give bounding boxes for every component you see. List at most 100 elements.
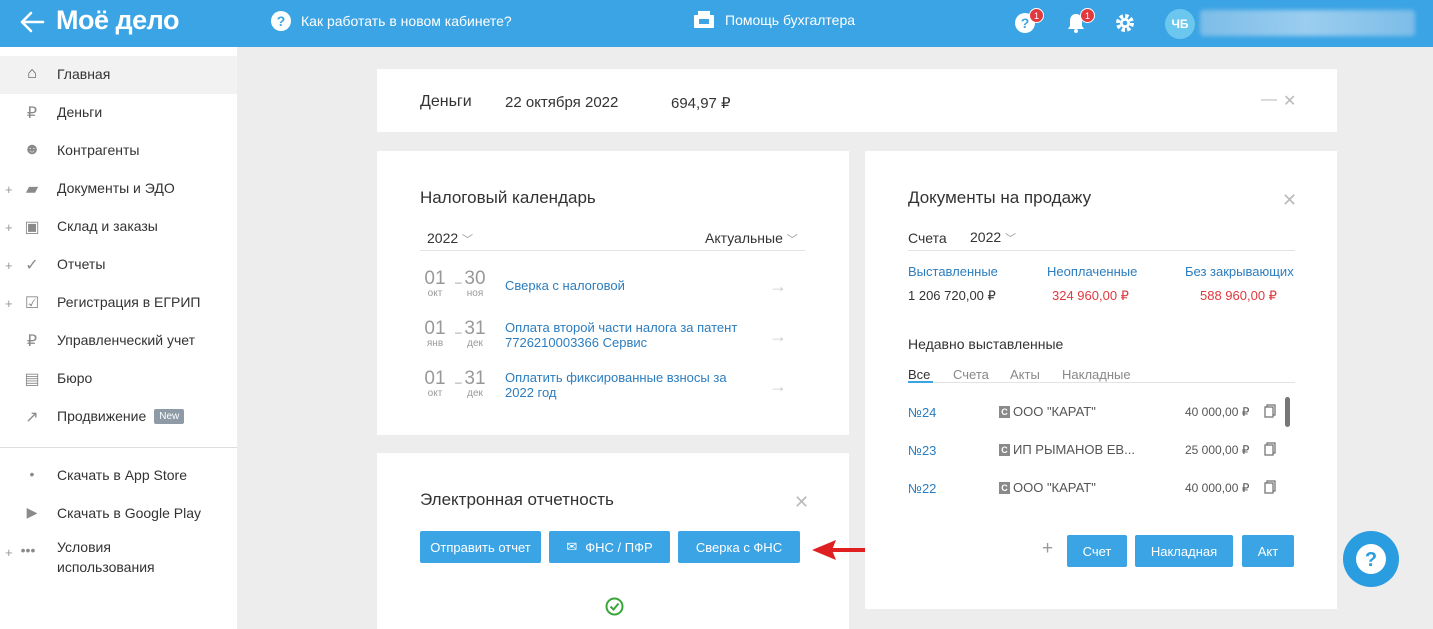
sverka-fns-button[interactable]: Сверка с ФНС: [678, 531, 800, 563]
expand-icon[interactable]: +: [5, 182, 13, 197]
tax-event-row[interactable]: 01 янв –31 дек Оплата второй части налога за…: [377, 319, 849, 359]
help-button[interactable]: ? 1: [1014, 8, 1044, 34]
month: дек: [467, 338, 483, 349]
tax-calendar-title: Налоговый календарь: [420, 188, 596, 207]
sidebar-item[interactable]: ▤ Бюро: [0, 360, 237, 398]
notifications-button[interactable]: 1: [1065, 8, 1095, 34]
stat-label[interactable]: Выставленные: [908, 264, 998, 279]
tax-event-link[interactable]: Оплатить фиксированные взносы за 2022 го…: [505, 370, 750, 400]
sidebar-extra-label: Условия использования: [57, 537, 155, 577]
sidebar-extra-item[interactable]: + ••• Условия использования: [0, 533, 237, 583]
scrollbar[interactable]: [1285, 397, 1290, 427]
svg-text:?: ?: [1365, 549, 1377, 571]
doc-row[interactable]: №22 C ООО "КАРАТ" 40 000,00 ₽: [865, 480, 1337, 501]
active-tab-underline: [908, 381, 933, 383]
company-icon: C: [999, 482, 1010, 494]
avatar[interactable]: ЧБ: [1165, 9, 1195, 39]
add-icon[interactable]: +: [1042, 538, 1053, 560]
doc-row[interactable]: №23 C ИП РЫМАНОВ ЕВ... 25 000,00 ₽: [865, 442, 1337, 463]
cart-icon: ▣: [24, 219, 40, 236]
svg-text:?: ?: [1021, 15, 1030, 31]
doc-number-link[interactable]: №23: [908, 443, 936, 458]
stat-label[interactable]: Неоплаченные: [1047, 264, 1137, 279]
app-logo[interactable]: Моё дело: [56, 5, 179, 36]
doc-tab[interactable]: Акты: [1010, 367, 1040, 382]
doc-sum: 40 000,00 ₽: [1185, 481, 1250, 495]
day: 01: [424, 268, 446, 289]
play-icon: ▶: [26, 504, 38, 520]
tax-event-link[interactable]: Сверка с налоговой: [505, 278, 750, 293]
sidebar-item[interactable]: + ☑ Регистрация в ЕГРИП: [0, 284, 237, 322]
arrow-right-icon[interactable]: →: [769, 326, 787, 347]
copy-icon[interactable]: [1264, 480, 1276, 494]
user-name-blurred[interactable]: [1200, 10, 1415, 36]
doc-tab[interactable]: Счета: [953, 367, 989, 382]
date-from: 01 окт: [420, 269, 450, 300]
sidebar-extra-label: Скачать в Google Play: [57, 505, 201, 521]
sidebar-extra-item[interactable]: ▶ Скачать в Google Play: [0, 495, 237, 533]
tax-event-link[interactable]: Оплата второй части налога за патент 772…: [505, 320, 750, 350]
month: ноя: [466, 288, 484, 299]
doc-tab[interactable]: Все: [908, 367, 930, 382]
fns-pfr-button[interactable]: ✉ ФНС / ПФР: [549, 531, 670, 563]
close-icon[interactable]: ✕: [794, 492, 809, 513]
close-icon[interactable]: ✕: [1282, 190, 1297, 211]
doc-tab[interactable]: Накладные: [1062, 367, 1131, 382]
sidebar-item-label: Продвижение New: [57, 408, 185, 424]
sidebar-item-label: Контрагенты: [57, 142, 140, 158]
day: 31: [464, 368, 486, 389]
settings-button[interactable]: [1114, 12, 1136, 34]
doc-number-link[interactable]: №24: [908, 405, 936, 420]
sidebar-item[interactable]: ⌂ Главная: [0, 56, 237, 94]
fns-pfr-label: ФНС / ПФР: [585, 539, 653, 555]
sidebar-item-label: Отчеты: [57, 256, 106, 272]
expand-icon[interactable]: +: [5, 258, 13, 273]
sales-year-select[interactable]: 2022 ﹀: [970, 229, 1016, 246]
sidebar-extra-item[interactable]: • Скачать в App Store: [0, 457, 237, 495]
copy-icon[interactable]: [1264, 404, 1276, 418]
sidebar-item[interactable]: + ✓ Отчеты: [0, 246, 237, 284]
gear-icon: [1116, 14, 1134, 32]
day: 30: [464, 268, 486, 289]
company-icon: C: [999, 406, 1010, 418]
apple-icon: •: [29, 466, 35, 482]
act-button[interactable]: Акт: [1242, 535, 1294, 567]
close-icon[interactable]: ✕: [1283, 91, 1296, 111]
filter-select[interactable]: Актуальные ﹀: [705, 230, 798, 247]
year-select[interactable]: 2022 ﹀: [427, 230, 473, 247]
folder-icon: ▰: [25, 181, 39, 198]
sidebar-item[interactable]: ☻ Контрагенты: [0, 132, 237, 170]
sidebar-item[interactable]: ₽ Управленческий учет: [0, 322, 237, 360]
doc-number-link[interactable]: №22: [908, 481, 936, 496]
expand-icon[interactable]: +: [5, 220, 13, 235]
help-chat-button[interactable]: ?: [1343, 531, 1399, 587]
accountant-help-link[interactable]: Помощь бухгалтера: [693, 10, 855, 30]
doc-sum: 40 000,00 ₽: [1185, 405, 1250, 419]
tax-event-row[interactable]: 01 окт –30 ноя Сверка с налоговой →: [377, 269, 849, 309]
sidebar-item[interactable]: + ▣ Склад и заказы: [0, 208, 237, 246]
e-reports-title: Электронная отчетность: [420, 490, 614, 509]
invoice-button[interactable]: Счет: [1067, 535, 1127, 567]
arrow-right-icon[interactable]: →: [769, 376, 787, 397]
doc-row[interactable]: №24 C ООО "КАРАТ" 40 000,00 ₽: [865, 404, 1337, 425]
sidebar-item[interactable]: ↗ Продвижение New: [0, 398, 237, 436]
label-line: Условия: [57, 539, 111, 555]
tax-event-row[interactable]: 01 окт –31 дек Оплатить фиксированные взносы…: [377, 369, 849, 409]
stat-label[interactable]: Без закрывающих: [1185, 264, 1294, 279]
waybill-button[interactable]: Накладная: [1135, 535, 1233, 567]
arrow-right-icon[interactable]: →: [769, 276, 787, 297]
copy-icon[interactable]: [1264, 442, 1276, 456]
back-arrow-icon[interactable]: [18, 9, 46, 35]
briefcase-icon: ▤: [24, 371, 40, 388]
money-date: 22 октября 2022: [505, 94, 619, 111]
doc-contractor: ООО "КАРАТ": [1013, 480, 1096, 495]
send-report-button[interactable]: Отправить отчет: [420, 531, 541, 563]
minimize-icon[interactable]: —: [1261, 91, 1277, 109]
accountant-help-label: Помощь бухгалтера: [725, 12, 856, 28]
sidebar-item[interactable]: ₽ Деньги: [0, 94, 237, 132]
expand-icon[interactable]: +: [5, 545, 13, 560]
expand-icon[interactable]: +: [5, 296, 13, 311]
help-badge: 1: [1029, 8, 1044, 23]
howto-link[interactable]: ? Как работать в новом кабинете?: [271, 11, 512, 31]
sidebar-item[interactable]: + ▰ Документы и ЭДО: [0, 170, 237, 208]
